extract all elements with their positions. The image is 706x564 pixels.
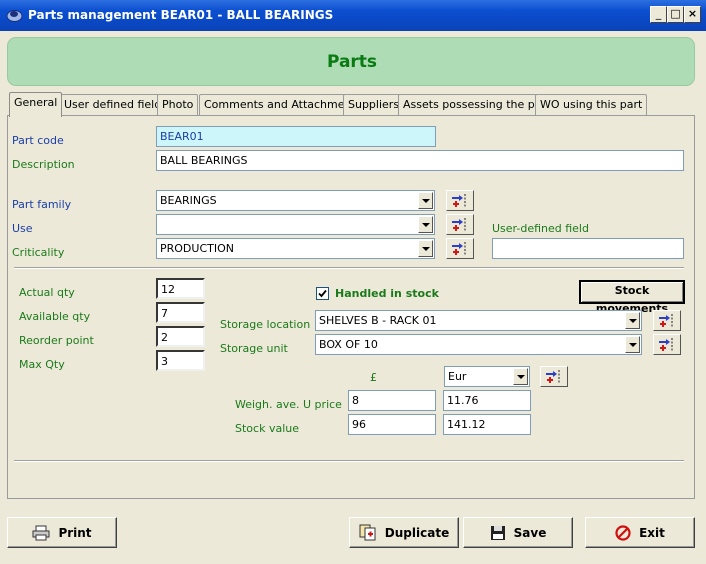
storage-unit-select[interactable]: BOX OF 10: [315, 334, 642, 355]
storage-location-label: Storage location: [220, 318, 311, 331]
user-defined-field-input[interactable]: [492, 238, 684, 259]
list-picker-icon: [452, 218, 466, 232]
tab-assets-possessing-part[interactable]: Assets possessing the part: [398, 94, 556, 116]
storage-unit-lookup-button[interactable]: [653, 334, 681, 355]
tab-user-defined-fields[interactable]: User defined fields: [59, 94, 172, 116]
currency-select-value: Eur: [448, 370, 467, 383]
duplicate-label: Duplicate: [384, 525, 450, 540]
user-defined-field-label: User-defined field: [492, 222, 589, 235]
list-picker-icon: [452, 194, 466, 208]
available-qty-field[interactable]: 7: [156, 302, 205, 323]
use-label: Use: [12, 222, 33, 235]
close-button[interactable]: ×: [684, 6, 701, 23]
chevron-down-icon[interactable]: [625, 336, 640, 353]
list-picker-icon: [452, 242, 466, 256]
tab-general[interactable]: General: [9, 92, 63, 117]
stock-value-label: Stock value: [235, 422, 299, 435]
minimize-button[interactable]: _: [650, 6, 667, 23]
chevron-down-icon[interactable]: [625, 312, 640, 329]
criticality-lookup-button[interactable]: [446, 238, 474, 259]
handled-in-stock-checkbox[interactable]: [316, 287, 329, 300]
reorder-point-label: Reorder point: [19, 334, 94, 347]
currency-select[interactable]: Eur: [444, 366, 530, 387]
tab-suppliers[interactable]: Suppliers: [343, 94, 405, 116]
description-label: Description: [12, 158, 75, 171]
chevron-down-icon[interactable]: [418, 192, 433, 209]
description-field[interactable]: BALL BEARINGS: [156, 150, 684, 171]
criticality-value: PRODUCTION: [160, 242, 234, 255]
floppy-disk-icon: [490, 525, 505, 540]
weighted-price-eur-field[interactable]: 11.76: [443, 390, 531, 411]
currency-lookup-button[interactable]: [540, 366, 568, 387]
criticality-label: Criticality: [12, 246, 65, 259]
storage-location-lookup-button[interactable]: [653, 310, 681, 331]
duplicate-icon: [359, 524, 376, 541]
chevron-down-icon[interactable]: [418, 240, 433, 257]
header-banner: Parts: [7, 37, 695, 86]
storage-unit-value: BOX OF 10: [319, 338, 378, 351]
actual-qty-field[interactable]: 12: [156, 278, 205, 299]
print-button[interactable]: Print: [7, 517, 117, 548]
stock-movements-button[interactable]: Stock movements: [579, 280, 685, 315]
chevron-down-icon[interactable]: [418, 216, 433, 233]
printer-icon: [32, 525, 50, 540]
part-family-label: Part family: [12, 198, 72, 211]
tab-comments-attachments[interactable]: Comments and Attachments: [199, 94, 367, 116]
part-family-lookup-button[interactable]: [446, 190, 474, 211]
list-picker-icon: [659, 314, 673, 328]
checkmark-icon: [318, 289, 327, 298]
window-title: Parts management BEAR01 - BALL BEARINGS: [28, 8, 334, 22]
handled-in-stock-label: Handled in stock: [335, 287, 439, 300]
maximize-button[interactable]: □: [667, 6, 684, 23]
actual-qty-label: Actual qty: [19, 286, 75, 299]
section-divider: [14, 267, 684, 269]
use-select[interactable]: [156, 214, 435, 235]
tab-wo-using-part[interactable]: WO using this part: [535, 94, 648, 116]
criticality-select[interactable]: PRODUCTION: [156, 238, 435, 259]
storage-location-value: SHELVES B - RACK 01: [319, 314, 437, 327]
part-family-value: BEARINGS: [160, 194, 217, 207]
currency-symbol-label: £: [370, 371, 377, 384]
parts-management-window: Parts management BEAR01 - BALL BEARINGS …: [0, 0, 706, 564]
page-title: Parts: [326, 52, 378, 72]
part-family-select[interactable]: BEARINGS: [156, 190, 435, 211]
general-tab-panel: Part code BEAR01 Description BALL BEARIN…: [7, 115, 695, 499]
part-code-label: Part code: [12, 134, 64, 147]
save-label: Save: [513, 525, 547, 540]
max-qty-label: Max Qty: [19, 358, 65, 371]
part-code-field[interactable]: BEAR01: [156, 126, 436, 147]
list-picker-icon: [546, 370, 560, 384]
reorder-point-field[interactable]: 2: [156, 326, 205, 347]
max-qty-field[interactable]: 3: [156, 350, 205, 371]
print-label: Print: [58, 525, 92, 540]
no-entry-icon: [615, 524, 631, 541]
stock-value-eur-field[interactable]: 141.12: [443, 414, 531, 435]
storage-unit-label: Storage unit: [220, 342, 288, 355]
use-lookup-button[interactable]: [446, 214, 474, 235]
exit-button[interactable]: Exit: [585, 517, 695, 548]
available-qty-label: Available qty: [19, 310, 91, 323]
chevron-down-icon[interactable]: [513, 368, 528, 385]
stock-value-gbp-field[interactable]: 96: [348, 414, 436, 435]
title-bar[interactable]: Parts management BEAR01 - BALL BEARINGS …: [0, 0, 706, 31]
exit-label: Exit: [639, 525, 665, 540]
duplicate-button[interactable]: Duplicate: [349, 517, 459, 548]
tab-photo[interactable]: Photo: [157, 94, 199, 116]
section-divider-bottom: [14, 460, 684, 462]
storage-location-select[interactable]: SHELVES B - RACK 01: [315, 310, 642, 331]
weighted-price-label: Weigh. ave. U price: [235, 398, 342, 411]
weighted-price-gbp-field[interactable]: 8: [348, 390, 436, 411]
list-picker-icon: [659, 338, 673, 352]
app-icon: [6, 10, 23, 22]
save-button[interactable]: Save: [463, 517, 573, 548]
